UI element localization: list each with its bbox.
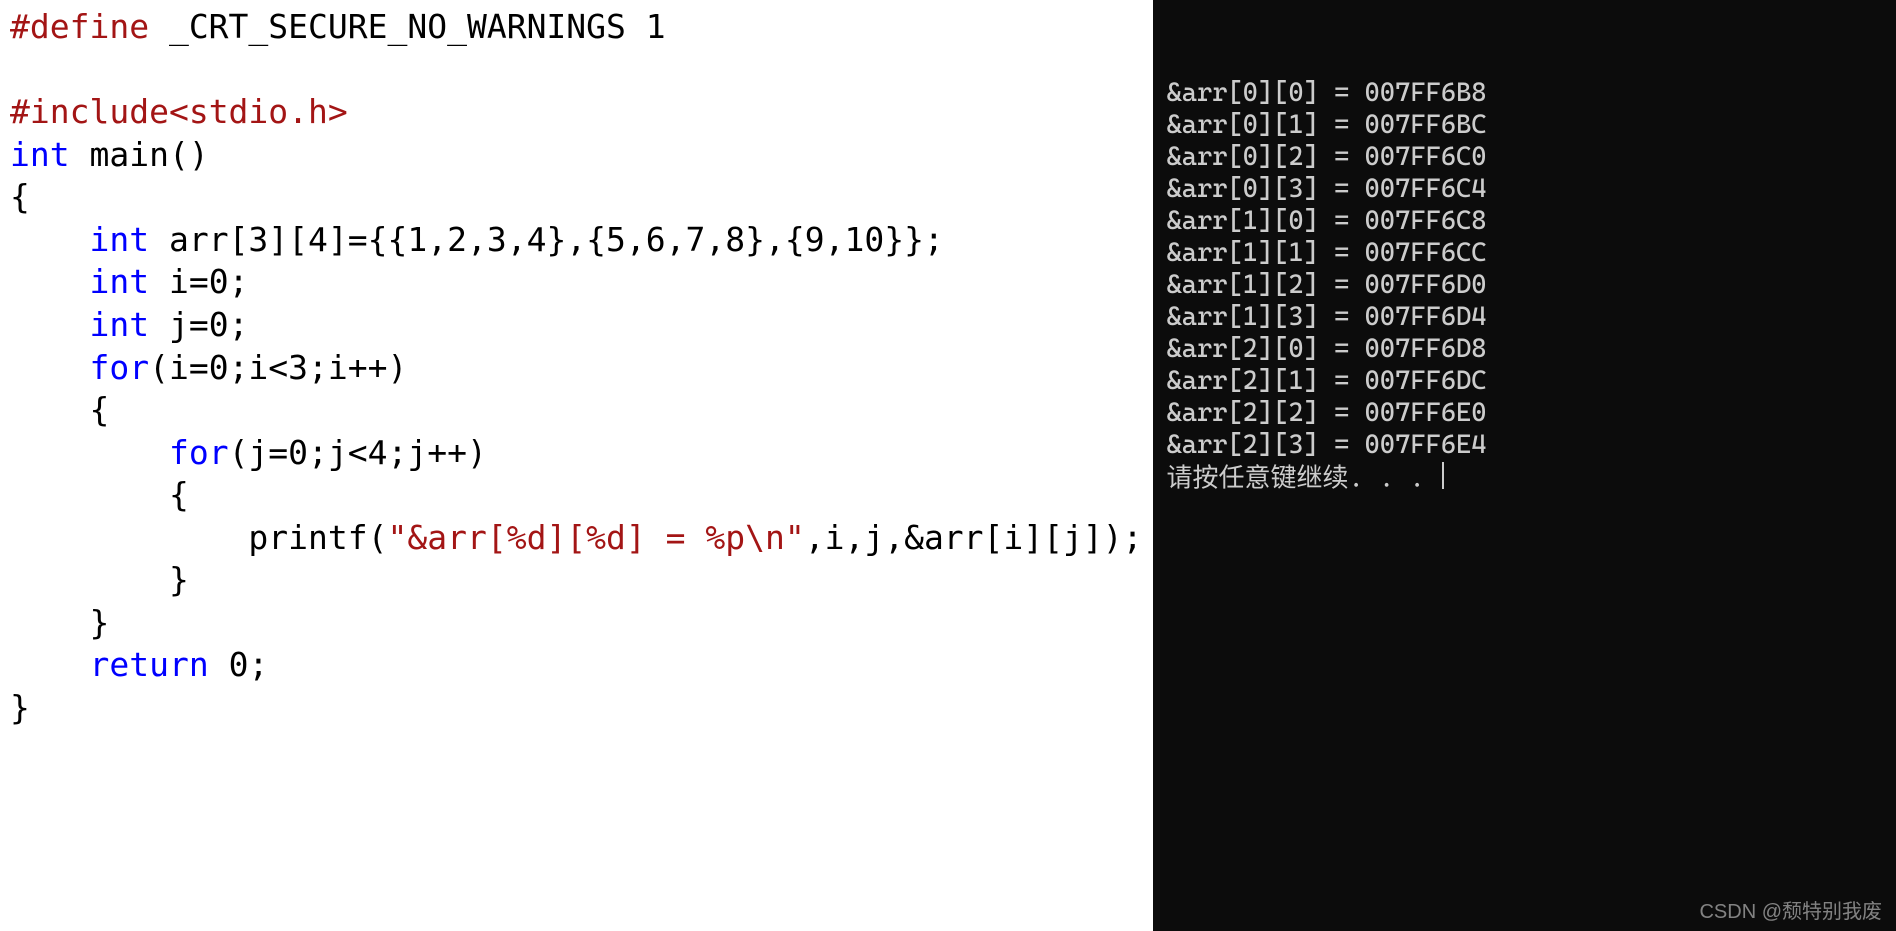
code-token: main()	[70, 135, 209, 174]
code-token: ,i,j,&arr[i][j]);	[805, 518, 1143, 557]
code-token: }	[10, 603, 109, 642]
code-token: j=0;	[149, 305, 248, 344]
console-prompt[interactable]: 请按任意键继续. . .	[1167, 462, 1883, 495]
code-token	[10, 262, 89, 301]
code-token: #define	[10, 7, 149, 46]
console-line: &arr[0][2] = 007FF6C0	[1167, 142, 1883, 174]
code-token: {	[10, 177, 30, 216]
code-token: int	[89, 262, 149, 301]
code-token: (j=0;j<4;j++)	[229, 433, 487, 472]
code-token: }	[10, 688, 30, 727]
code-line: }	[10, 602, 1143, 645]
code-line	[10, 49, 1143, 92]
code-token: return	[89, 645, 208, 684]
code-line: int arr[3][4]={{1,2,3,4},{5,6,7,8},{9,10…	[10, 219, 1143, 262]
console-line: &arr[2][0] = 007FF6D8	[1167, 334, 1883, 366]
console-line: &arr[2][2] = 007FF6E0	[1167, 398, 1883, 430]
code-line: for(i=0;i<3;i++)	[10, 347, 1143, 390]
code-token	[10, 305, 89, 344]
console-line: &arr[0][0] = 007FF6B8	[1167, 78, 1883, 110]
code-token: int	[10, 135, 70, 174]
code-line: {	[10, 176, 1143, 219]
code-token: "&arr[%d][%d] = %p\n"	[388, 518, 805, 557]
code-token: arr[3][4]={{1,2,3,4},{5,6,7,8},{9,10}};	[149, 220, 944, 259]
code-line: #define _CRT_SECURE_NO_WARNINGS 1	[10, 6, 1143, 49]
code-token: {	[10, 475, 189, 514]
console-line: &arr[0][1] = 007FF6BC	[1167, 110, 1883, 142]
code-line: {	[10, 389, 1143, 432]
code-token: 0;	[209, 645, 269, 684]
code-line: int i=0;	[10, 261, 1143, 304]
code-token: #include	[10, 92, 169, 131]
code-line: int j=0;	[10, 304, 1143, 347]
code-token: (i=0;i<3;i++)	[149, 348, 407, 387]
console-output-pane: &arr[0][0] = 007FF6B8&arr[0][1] = 007FF6…	[1153, 0, 1896, 931]
code-token: for	[89, 348, 149, 387]
code-token: i=0;	[149, 262, 248, 301]
code-line: }	[10, 559, 1143, 602]
console-line: &arr[0][3] = 007FF6C4	[1167, 174, 1883, 206]
cursor-icon	[1442, 462, 1444, 489]
code-token	[10, 348, 89, 387]
console-line: &arr[1][2] = 007FF6D0	[1167, 270, 1883, 302]
code-token: printf(	[10, 518, 388, 557]
code-token: int	[89, 220, 149, 259]
code-token: _CRT_SECURE_NO_WARNINGS 1	[149, 7, 666, 46]
code-token: <stdio.h>	[169, 92, 348, 131]
code-token: for	[169, 433, 229, 472]
console-line: &arr[1][1] = 007FF6CC	[1167, 238, 1883, 270]
console-line: &arr[2][3] = 007FF6E4	[1167, 430, 1883, 462]
code-line: #include<stdio.h>	[10, 91, 1143, 134]
code-editor-pane: #define _CRT_SECURE_NO_WARNINGS 1 #inclu…	[0, 0, 1153, 931]
code-line: }	[10, 687, 1143, 730]
code-line: int main()	[10, 134, 1143, 177]
code-line: return 0;	[10, 644, 1143, 687]
code-token: int	[89, 305, 149, 344]
code-token: }	[10, 560, 189, 599]
code-token: {	[10, 390, 109, 429]
code-token	[10, 220, 89, 259]
console-line: &arr[1][3] = 007FF6D4	[1167, 302, 1883, 334]
console-line: &arr[1][0] = 007FF6C8	[1167, 206, 1883, 238]
code-line: for(j=0;j<4;j++)	[10, 432, 1143, 475]
console-lines: &arr[0][0] = 007FF6B8&arr[0][1] = 007FF6…	[1167, 78, 1883, 495]
csdn-watermark: CSDN @颓特别我废	[1699, 900, 1882, 925]
code-line: {	[10, 474, 1143, 517]
code-token	[10, 433, 169, 472]
console-line: &arr[2][1] = 007FF6DC	[1167, 366, 1883, 398]
code-token	[10, 645, 89, 684]
code-line: printf("&arr[%d][%d] = %p\n",i,j,&arr[i]…	[10, 517, 1143, 560]
